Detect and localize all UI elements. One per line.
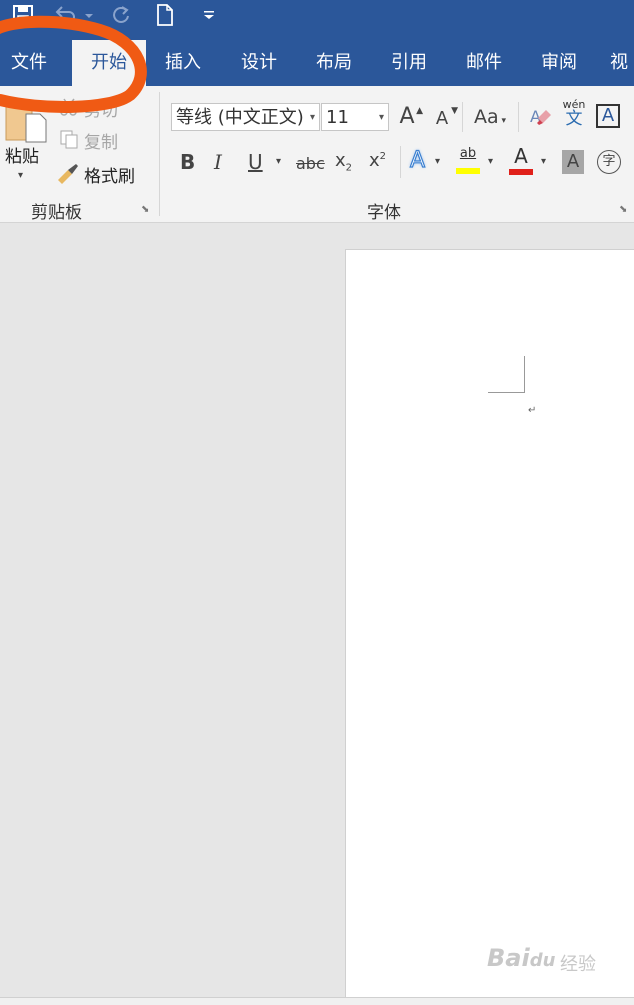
subscript-button[interactable]: x2 [335,150,352,174]
quick-access-toolbar [0,0,634,30]
tab-mailings[interactable]: 邮件 [451,40,517,86]
format-painter-icon[interactable] [56,162,80,184]
font-divider [400,146,401,178]
paste-icon[interactable] [4,92,48,144]
subscript-label: x [335,150,346,171]
character-shading-button[interactable]: A [562,150,584,174]
tab-insert[interactable]: 插入 [150,40,216,86]
tab-references[interactable]: 引用 [376,40,442,86]
chevron-down-icon: ▾ [378,112,384,123]
watermark-text: Bai [487,944,530,972]
font-color-button[interactable]: A [509,144,533,176]
tab-design[interactable]: 设计 [226,40,292,86]
chevron-down-icon: ▾ [309,112,315,123]
cut-icon[interactable] [58,96,80,118]
new-document-icon[interactable] [152,2,178,28]
font-color-swatch [509,169,533,175]
text-effects-dropdown-icon[interactable]: ▾ [435,156,440,167]
format-painter-button[interactable]: 格式刷 [84,162,135,187]
superscript-button[interactable]: x2 [369,150,386,171]
grow-font-button[interactable]: A ▲ [395,104,423,129]
font-divider [462,102,463,132]
undo-icon[interactable] [52,2,78,28]
chevron-down-icon: ▾ [498,116,507,126]
highlight-color-swatch [456,168,480,174]
enclose-characters-button[interactable]: 字 [597,150,621,174]
tab-review[interactable]: 审阅 [526,40,592,86]
paste-button[interactable]: 粘贴 [5,142,39,167]
font-size-dropdown[interactable]: 11 ▾ [321,103,389,131]
clipboard-launcher-icon[interactable]: ⬊ [141,204,149,215]
highlight-label: ab [459,146,477,161]
customize-qat-icon[interactable] [200,2,218,28]
tab-home[interactable]: 开始 [72,40,146,86]
font-divider [518,102,519,132]
paragraph-mark: ↵ [528,405,537,416]
clear-formatting-icon[interactable]: A [528,104,554,130]
grow-font-label: A [399,104,415,129]
tab-view[interactable]: 视 [604,40,634,86]
group-divider [159,92,160,216]
title-bar: 文件 开始 插入 设计 布局 引用 邮件 审阅 视 [0,0,634,86]
caret-up-icon: ▲ [416,106,423,116]
cut-button[interactable]: 剪切 [84,96,118,121]
ribbon-tabs: 文件 开始 插入 设计 布局 引用 邮件 审阅 视 [0,40,634,86]
character-border-button[interactable]: A [596,104,620,128]
paste-dropdown-icon[interactable]: ▾ [18,170,23,181]
highlight-button[interactable]: ab [456,146,480,176]
tab-layout[interactable]: 布局 [301,40,367,86]
underline-button[interactable]: U [248,150,263,174]
shrink-font-button[interactable]: A ▼ [430,106,458,129]
ribbon-home: 粘贴 ▾ 剪切 复制 格式刷 剪贴板 ⬊ 等线 (中文正文) ▾ 11 ▾ A ▲ [0,86,634,223]
font-launcher-icon[interactable]: ⬊ [619,204,627,215]
undo-dropdown-icon[interactable] [82,2,96,28]
font-size-value: 11 [326,107,349,128]
strikethrough-button[interactable]: abc [296,154,325,173]
redo-icon[interactable] [108,2,134,28]
font-color-label: A [514,144,528,168]
bold-button[interactable]: B [180,150,195,174]
document-page[interactable]: ↵ [345,249,634,998]
font-name-dropdown[interactable]: 等线 (中文正文) ▾ [171,103,320,131]
tab-file[interactable]: 文件 [0,40,58,86]
font-group-label: 字体 [367,203,401,223]
clipboard-group-label: 剪贴板 [31,203,82,223]
subscript-small: 2 [345,162,353,174]
change-case-label: Aa [473,106,499,128]
copy-icon[interactable] [58,128,80,150]
superscript-small: 2 [379,151,387,162]
caret-down-icon: ▼ [451,106,458,116]
phonetic-guide-button[interactable]: wén 文 [562,98,586,128]
change-case-button[interactable]: Aa ▾ [470,106,510,128]
phonetic-char: 文 [565,109,583,129]
highlight-dropdown-icon[interactable]: ▾ [488,156,493,167]
text-effects-button[interactable]: A [409,147,425,173]
paw-icon: du [529,950,556,971]
superscript-label: x [369,150,380,171]
watermark-logo: Baidu [487,944,555,972]
copy-button[interactable]: 复制 [84,128,118,153]
shrink-font-label: A [435,108,449,129]
watermark-text-2: 经验 [560,954,596,975]
font-color-dropdown-icon[interactable]: ▾ [541,156,546,167]
margin-corner-mark [488,356,525,393]
save-icon[interactable] [10,2,36,28]
italic-button[interactable]: I [214,150,222,174]
font-name-value: 等线 (中文正文) [176,107,304,128]
underline-dropdown-icon[interactable]: ▾ [276,156,281,167]
